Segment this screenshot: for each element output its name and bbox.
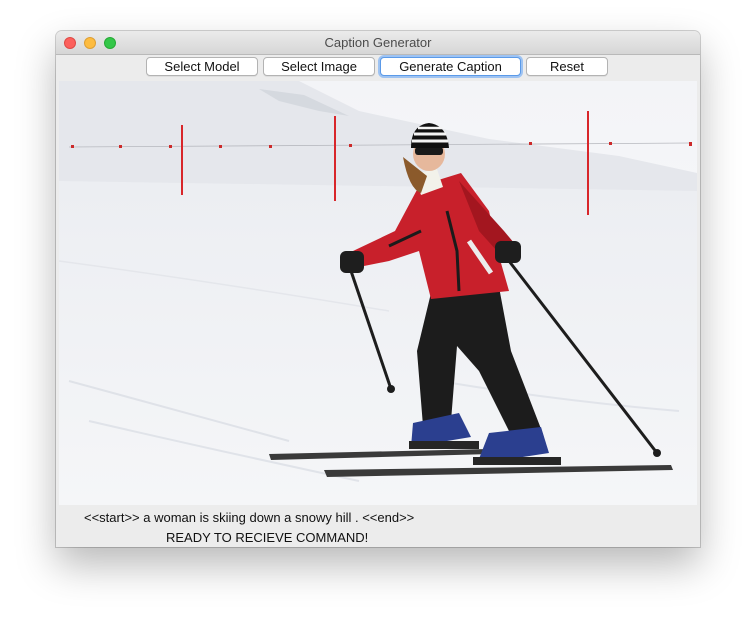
app-window: Caption Generator Select Model Select Im… (56, 31, 700, 547)
select-image-button[interactable]: Select Image (263, 57, 375, 76)
reset-button[interactable]: Reset (526, 57, 608, 76)
caption-output: <<start>> a woman is skiing down a snowy… (84, 510, 415, 525)
generate-caption-button[interactable]: Generate Caption (380, 57, 521, 76)
selected-image (59, 81, 697, 505)
window-title: Caption Generator (324, 35, 432, 50)
title-bar[interactable]: Caption Generator (56, 31, 700, 55)
toolbar: Select Model Select Image Generate Capti… (56, 55, 700, 80)
status-text: READY TO RECIEVE COMMAND! (166, 530, 369, 545)
select-model-button[interactable]: Select Model (146, 57, 258, 76)
